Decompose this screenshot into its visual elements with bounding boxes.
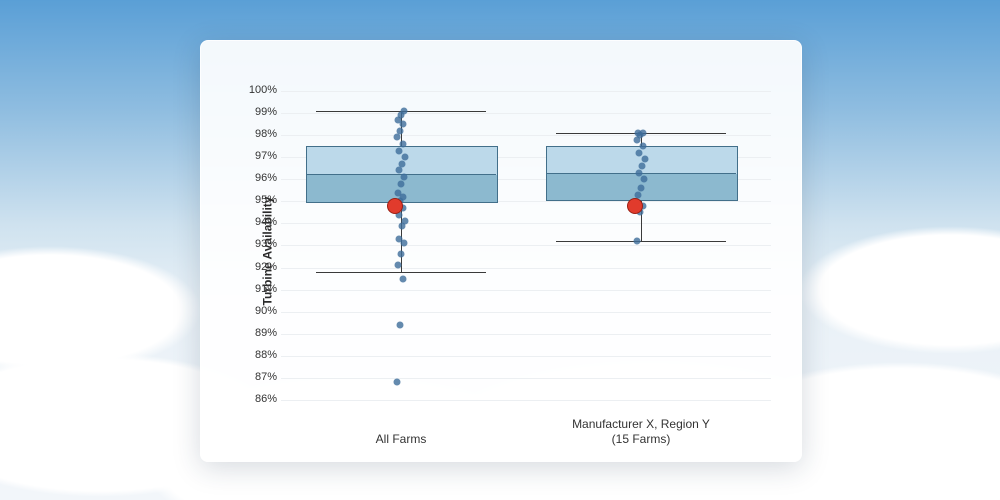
y-tick-label: 98% <box>243 128 277 140</box>
gridline <box>281 113 771 114</box>
y-tick-label: 94% <box>243 216 277 228</box>
data-point <box>398 160 405 167</box>
data-point <box>401 107 408 114</box>
data-point <box>399 140 406 147</box>
data-point <box>636 149 643 156</box>
y-tick-label: 97% <box>243 150 277 162</box>
y-tick-label: 95% <box>243 194 277 206</box>
data-point <box>394 189 401 196</box>
data-point <box>401 240 408 247</box>
gridline <box>281 290 771 291</box>
y-tick-label: 86% <box>243 393 277 405</box>
data-point <box>638 163 645 170</box>
gridline <box>281 356 771 357</box>
gridline <box>281 334 771 335</box>
gridline <box>281 223 771 224</box>
boxplot-chart: Turbine Availability 86%87%88%89%90%91%9… <box>201 41 801 461</box>
category-label: All Farms <box>291 432 511 447</box>
y-tick-label: 93% <box>243 238 277 250</box>
highlight-point <box>627 198 643 214</box>
data-point <box>641 176 648 183</box>
y-tick-label: 88% <box>243 349 277 361</box>
gridline <box>281 91 771 92</box>
data-point <box>634 238 641 245</box>
gridline <box>281 268 771 269</box>
data-point <box>398 251 405 258</box>
gridline <box>281 378 771 379</box>
category-label: Manufacturer X, Region Y(15 Farms) <box>531 417 751 447</box>
gridline <box>281 135 771 136</box>
data-point <box>642 156 649 163</box>
whisker-cap <box>556 241 726 242</box>
data-point <box>394 379 401 386</box>
y-tick-label: 90% <box>243 305 277 317</box>
chart-card: Turbine Availability 86%87%88%89%90%91%9… <box>200 40 802 462</box>
y-tick-label: 92% <box>243 261 277 273</box>
data-point <box>394 134 401 141</box>
data-point <box>398 180 405 187</box>
data-point <box>635 169 642 176</box>
highlight-point <box>387 198 403 214</box>
gridline <box>281 245 771 246</box>
gridline <box>281 312 771 313</box>
data-point <box>397 321 404 328</box>
y-tick-label: 89% <box>243 327 277 339</box>
data-point <box>395 167 402 174</box>
y-tick-label: 96% <box>243 172 277 184</box>
data-point <box>400 275 407 282</box>
data-point <box>402 218 409 225</box>
y-tick-label: 99% <box>243 106 277 118</box>
data-point <box>400 193 407 200</box>
data-point <box>396 147 403 154</box>
gridline <box>281 400 771 401</box>
data-point <box>394 262 401 269</box>
y-tick-label: 87% <box>243 371 277 383</box>
data-point <box>395 235 402 242</box>
data-point <box>638 185 645 192</box>
data-point <box>639 143 646 150</box>
data-point <box>397 127 404 134</box>
data-point <box>402 154 409 161</box>
y-tick-label: 100% <box>243 84 277 96</box>
data-point <box>401 174 408 181</box>
data-point <box>400 121 407 128</box>
y-tick-label: 91% <box>243 283 277 295</box>
whisker-cap <box>316 272 486 273</box>
data-point <box>634 129 641 136</box>
